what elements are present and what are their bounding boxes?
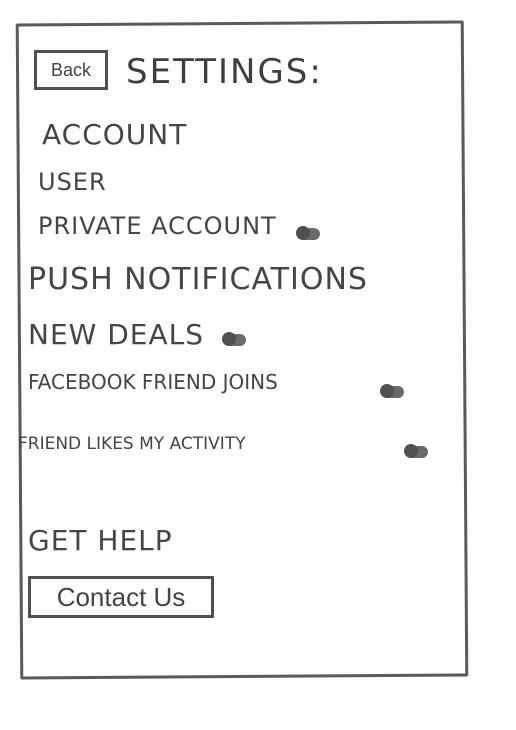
private-account-label: Private Account	[38, 212, 277, 240]
user-setting[interactable]: User	[38, 168, 107, 196]
facebook-friend-joins-label: Facebook Friend Joins	[28, 370, 278, 394]
contact-us-button[interactable]: Contact Us	[28, 576, 214, 618]
get-help-heading: Get Help	[28, 524, 173, 557]
new-deals-toggle[interactable]	[222, 332, 246, 346]
account-heading: Account	[42, 118, 188, 151]
push-notifications-heading: Push Notifications	[28, 262, 368, 297]
facebook-friend-joins-toggle[interactable]	[380, 384, 404, 398]
new-deals-label: New Deals	[28, 318, 205, 351]
friend-likes-activity-label: Friend Likes My Activity	[18, 434, 246, 454]
page-title: Settings:	[126, 52, 323, 92]
private-account-toggle[interactable]	[296, 226, 320, 240]
back-button[interactable]: Back	[34, 50, 108, 90]
friend-likes-activity-toggle[interactable]	[404, 444, 428, 458]
